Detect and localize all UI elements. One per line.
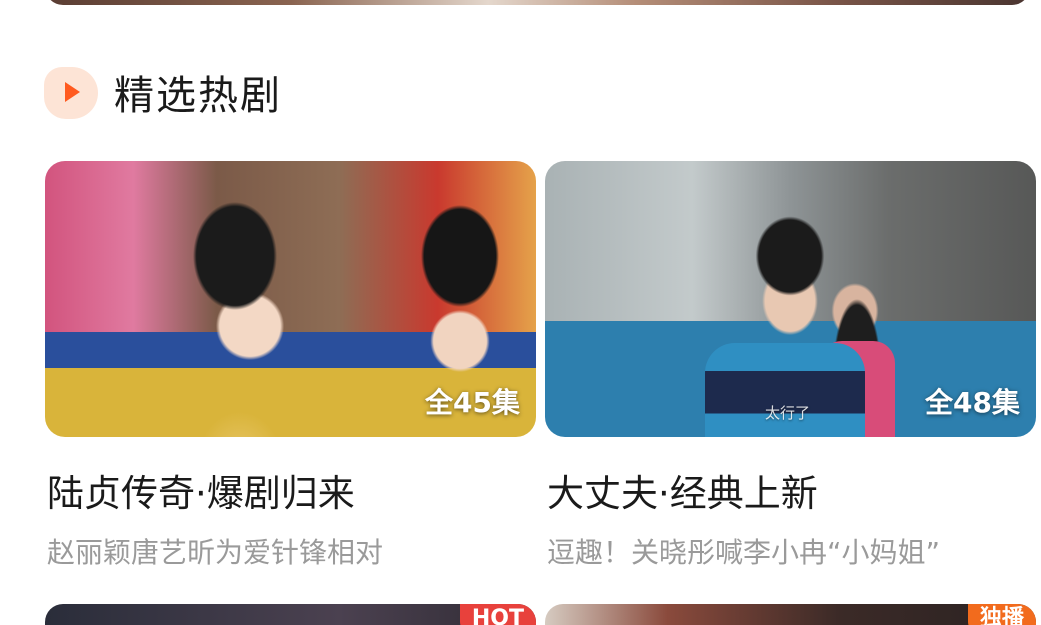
section-header: 精选热剧 xyxy=(44,64,282,120)
drama-card-2[interactable]: 太行了 全48集 大丈夫·经典上新 逗趣！关晓彤喊李小冉“小妈姐” xyxy=(545,161,1036,569)
episode-count-badge: 全48集 xyxy=(925,386,1020,419)
hot-tag: HOT xyxy=(459,604,536,625)
drama-title[interactable]: 陆贞传奇·爆剧归来 xyxy=(47,463,355,517)
drama-subtitle: 赵丽颖唐艺昕为爱针锋相对 xyxy=(47,536,384,569)
previous-banner-thumbnail[interactable] xyxy=(45,0,1030,5)
drama-thumbnail[interactable]: 全45集 xyxy=(45,161,536,437)
play-icon xyxy=(44,65,98,119)
episode-count-badge: 全45集 xyxy=(425,386,520,419)
drama-thumbnail[interactable]: 太行了 全48集 xyxy=(545,161,1036,437)
video-watermark: 太行了 xyxy=(765,404,811,422)
exclusive-tag: 独播 xyxy=(967,604,1036,625)
drama-title[interactable]: 大丈夫·经典上新 xyxy=(547,463,818,517)
drama-card-1[interactable]: 全45集 陆贞传奇·爆剧归来 赵丽颖唐艺昕为爱针锋相对 xyxy=(45,161,536,569)
drama-subtitle: 逗趣！关晓彤喊李小冉“小妈姐” xyxy=(547,536,941,569)
drama-thumbnail-next-2[interactable]: 独播 xyxy=(545,604,1036,625)
section-title: 精选热剧 xyxy=(114,73,282,119)
drama-thumbnail-next-1[interactable]: HOT xyxy=(45,604,536,625)
